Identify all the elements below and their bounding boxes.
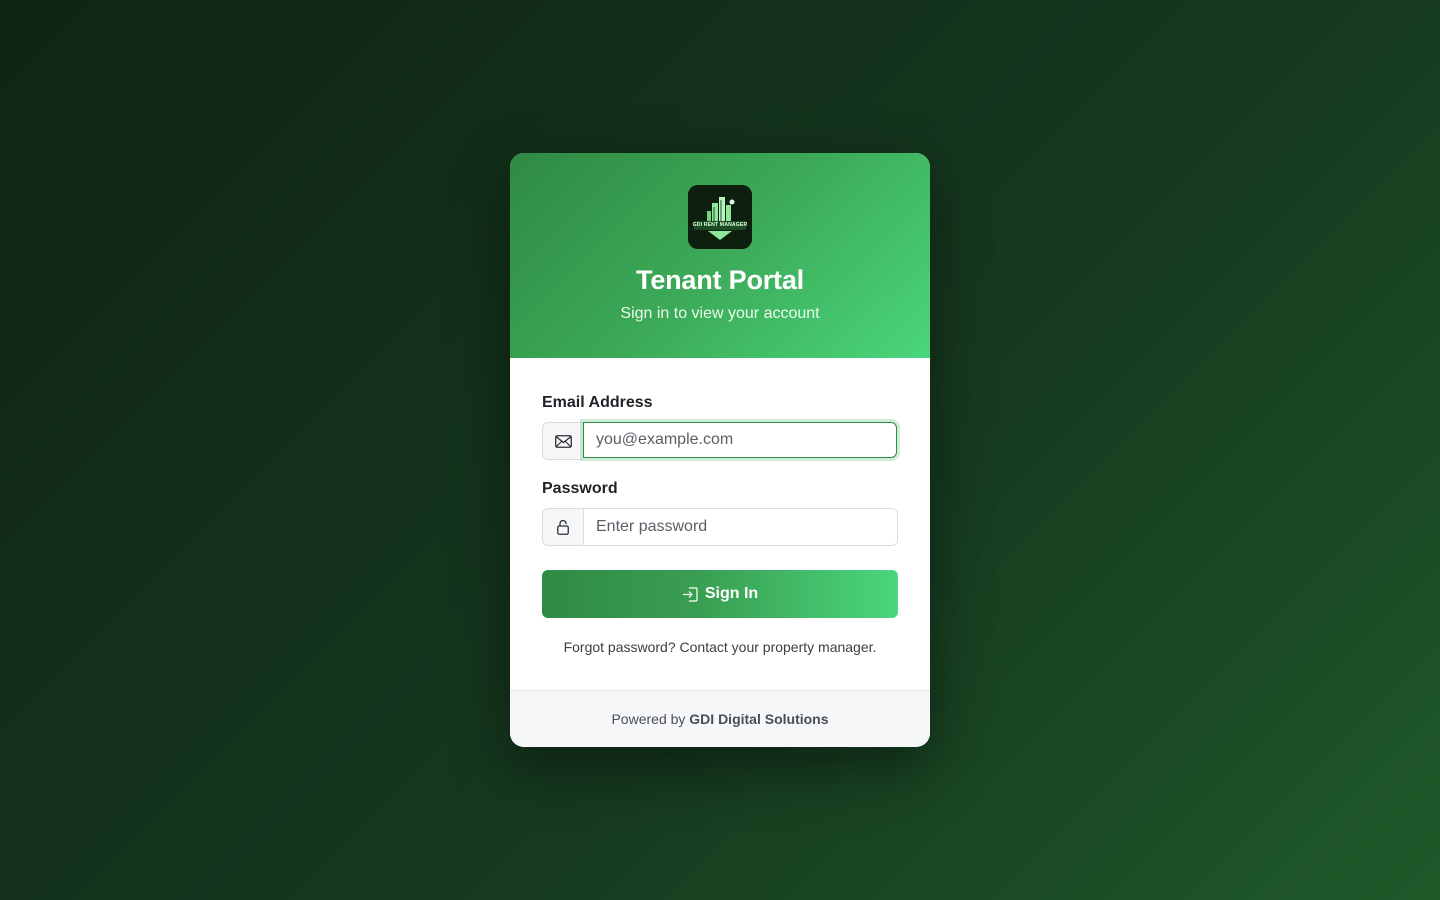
login-form: Email Address Password xyxy=(510,358,930,690)
email-label: Email Address xyxy=(542,394,653,411)
sign-in-button[interactable]: Sign In xyxy=(542,570,898,618)
sign-in-label: Sign In xyxy=(704,585,759,602)
password-label: Password xyxy=(542,480,618,497)
card-footer: Powered by GDI Digital Solutions xyxy=(510,690,930,747)
forgot-password-text: Forgot password? Contact your property m… xyxy=(563,639,877,655)
email-input[interactable] xyxy=(583,422,897,458)
page-title: Tenant Portal xyxy=(636,265,804,295)
footer-prefix: Powered by xyxy=(611,711,690,727)
password-input-group xyxy=(542,508,898,546)
logo-wordmark: GDI RENT MANAGER xyxy=(692,222,748,228)
lock-icon xyxy=(542,508,583,546)
sign-in-icon xyxy=(682,586,698,602)
password-input[interactable] xyxy=(583,508,898,546)
footer-brand: GDI Digital Solutions xyxy=(689,711,829,727)
login-card: GDI RENT MANAGER Tenant Portal Sign in t… xyxy=(510,153,930,747)
envelope-icon xyxy=(542,422,583,460)
app-logo: GDI RENT MANAGER xyxy=(688,185,752,249)
card-header: GDI RENT MANAGER Tenant Portal Sign in t… xyxy=(510,153,930,358)
page-subtitle: Sign in to view your account xyxy=(620,305,820,322)
email-input-group xyxy=(542,422,898,460)
